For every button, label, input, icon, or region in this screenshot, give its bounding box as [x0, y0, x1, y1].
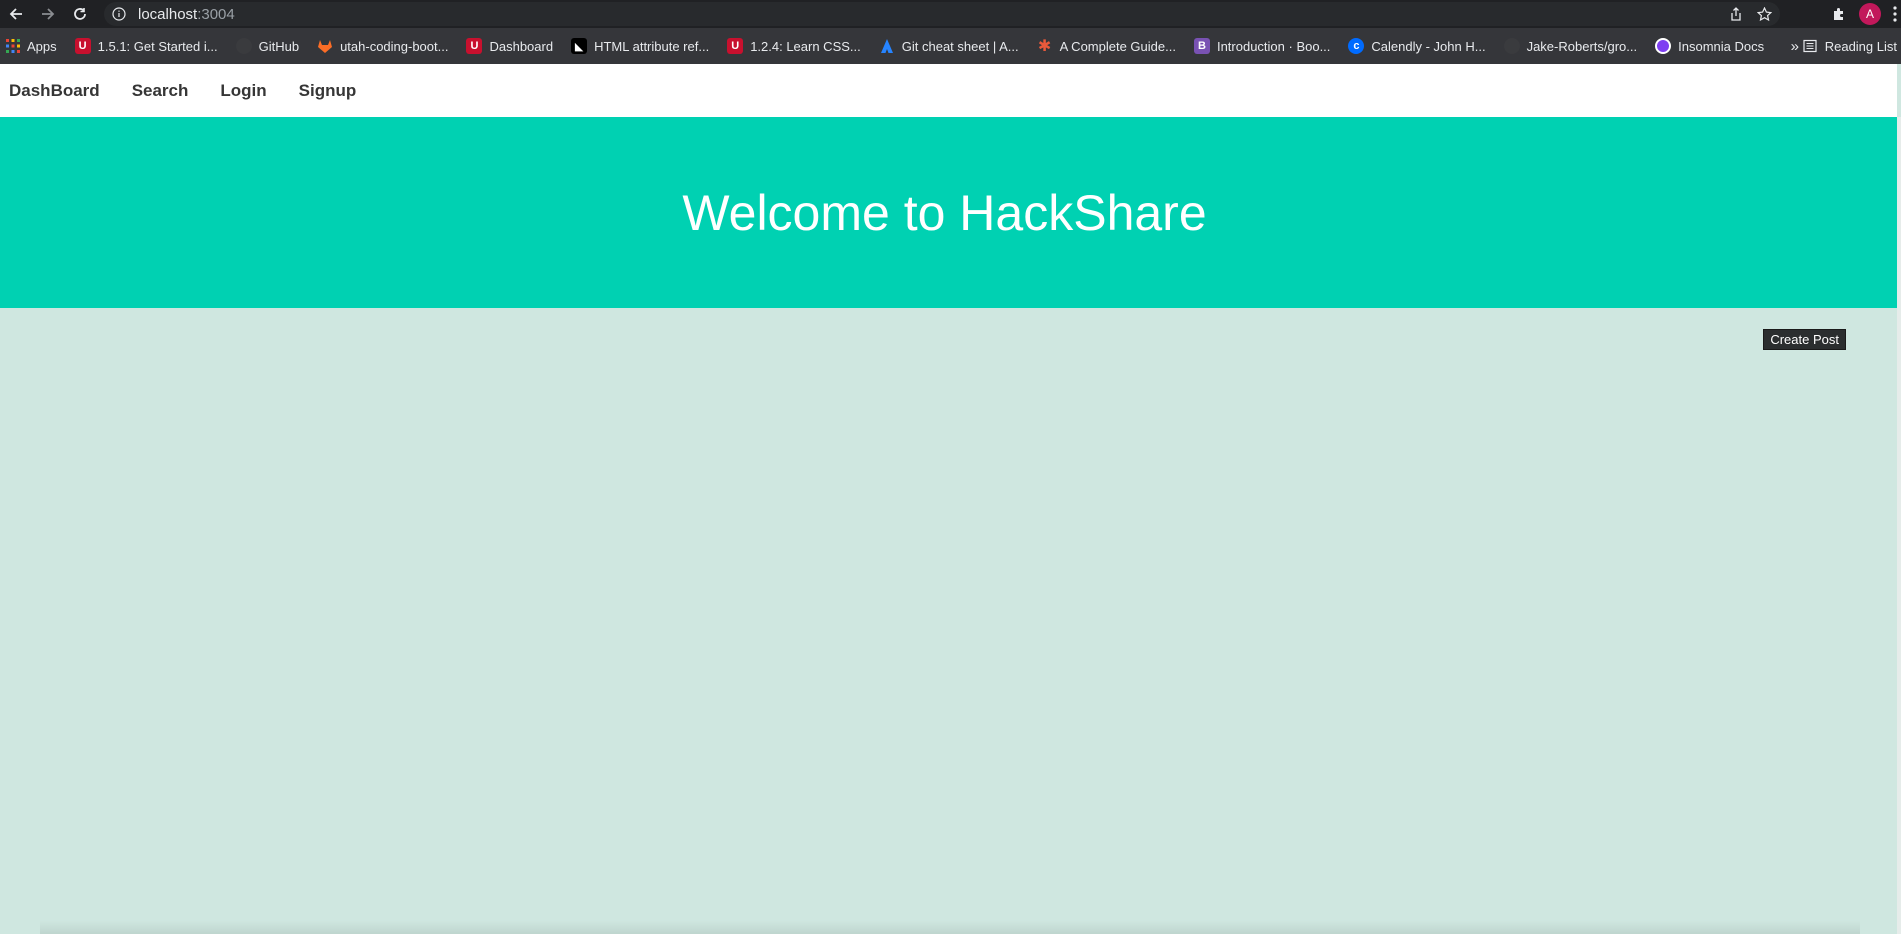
utah-u-icon: U [466, 38, 483, 54]
back-button[interactable] [0, 0, 32, 28]
bookmark-label: Introduction · Boo... [1216, 38, 1331, 54]
nav-search-link[interactable]: Search [132, 81, 189, 101]
bookmark-item[interactable]: B Introduction · Boo... [1193, 38, 1331, 54]
bookmarks-overflow-button[interactable]: » [1791, 28, 1799, 64]
bookmark-label: 1.2.4: Learn CSS... [750, 38, 861, 54]
bookmark-item[interactable]: utah-coding-boot... [317, 38, 448, 54]
bookmark-item[interactable]: Git cheat sheet | A... [879, 38, 1019, 54]
share-icon[interactable] [1729, 7, 1743, 21]
gitlab-icon [318, 40, 333, 53]
reload-icon [74, 8, 86, 20]
bookmark-label: Dashboard [489, 38, 554, 54]
bookmark-item[interactable]: c Calendly - John H... [1348, 38, 1486, 54]
nav-signup-link[interactable]: Signup [299, 81, 357, 101]
info-icon [112, 7, 126, 21]
star-icon[interactable] [1757, 6, 1772, 22]
site-navbar: DashBoard Search Login Signup [0, 64, 1897, 117]
forward-button[interactable] [32, 0, 64, 28]
url-host: localhost [138, 5, 198, 23]
bookmark-item[interactable]: Jake-Roberts/gro... [1503, 38, 1638, 54]
bookmark-apps[interactable]: Apps [6, 39, 57, 54]
hero-title: Welcome to HackShare [682, 184, 1207, 241]
bottom-shadow [40, 920, 1860, 934]
mdn-icon: ◣ [571, 38, 588, 54]
bookmark-item[interactable]: Insomnia Docs [1655, 38, 1764, 54]
css-tricks-icon: ✱ [1037, 38, 1052, 55]
insomnia-icon [1655, 38, 1672, 54]
page-scrollbar[interactable] [1897, 117, 1901, 934]
utah-u-icon: U [727, 38, 744, 54]
bookmark-label: Insomnia Docs [1678, 38, 1765, 54]
bookmark-label: Git cheat sheet | A... [901, 38, 1019, 54]
bookmark-label: HTML attribute ref... [594, 38, 710, 54]
url-port: :3004 [197, 5, 235, 23]
bookmark-item[interactable]: GitHub [235, 38, 300, 54]
bookmarks-bar: Apps U 1.5.1: Get Started i... GitHub ut… [0, 28, 1901, 64]
github-icon [235, 38, 252, 54]
apps-grid-icon [6, 39, 20, 53]
posts-area: Create Post [0, 308, 1897, 934]
bookmark-item[interactable]: U 1.2.4: Learn CSS... [727, 38, 861, 54]
arrow-left-icon [9, 8, 22, 20]
hero-banner: Welcome to HackShare [0, 117, 1897, 308]
arrow-right-icon [42, 8, 55, 20]
bookmark-item[interactable]: U Dashboard [466, 38, 553, 54]
utah-u-icon: U [74, 38, 91, 54]
extensions-puzzle-icon[interactable] [1831, 6, 1847, 22]
github-icon [1503, 38, 1520, 54]
browser-toolbar: localhost :3004 A [0, 0, 1901, 28]
bookmark-item[interactable]: ◣ HTML attribute ref... [571, 38, 709, 54]
bookmark-item[interactable]: ✱ A Complete Guide... [1037, 38, 1176, 55]
address-bar[interactable]: localhost :3004 [104, 2, 1780, 26]
create-post-button[interactable]: Create Post [1763, 329, 1846, 350]
profile-avatar[interactable]: A [1859, 3, 1881, 25]
bookmark-label: utah-coding-boot... [340, 38, 449, 54]
bookmark-label: Calendly - John H... [1371, 38, 1486, 54]
bookmark-label: A Complete Guide... [1059, 38, 1176, 54]
menu-kebab-icon[interactable] [1893, 6, 1897, 22]
reading-list-label: Reading List [1824, 38, 1897, 54]
bookmark-label: Apps [27, 38, 57, 54]
bookmark-label: 1.5.1: Get Started i... [97, 38, 218, 54]
bookmark-item[interactable]: U 1.5.1: Get Started i... [74, 38, 218, 54]
bookmark-label: Jake-Roberts/gro... [1526, 38, 1638, 54]
reading-list-button[interactable]: Reading List [1803, 28, 1901, 64]
reload-button[interactable] [64, 0, 96, 28]
web-page: DashBoard Search Login Signup Welcome to… [0, 64, 1901, 934]
reading-list-icon [1803, 39, 1817, 53]
bookmark-label: GitHub [258, 38, 300, 54]
atlassian-icon [880, 39, 893, 53]
nav-login-link[interactable]: Login [220, 81, 266, 101]
nav-dashboard-link[interactable]: DashBoard [9, 81, 100, 101]
calendly-icon: c [1348, 38, 1365, 54]
bootstrap-icon: B [1193, 38, 1210, 54]
